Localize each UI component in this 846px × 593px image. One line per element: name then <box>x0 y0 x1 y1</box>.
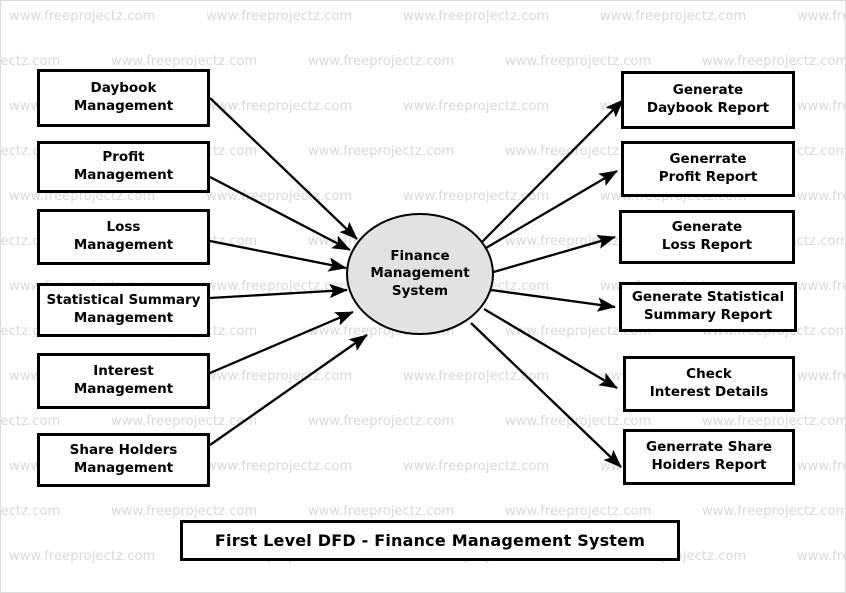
diagram-caption-label: First Level DFD - Finance Management Sys… <box>214 531 646 550</box>
node-statistical-summary-management[interactable]: Statistical Summary Management <box>37 283 210 337</box>
node-statistical-summary-management-label: Statistical Summary Management <box>46 292 201 326</box>
dfd-canvas: www.freeprojectz.com www.freeprojectz.com… <box>0 0 846 593</box>
node-loss-management[interactable]: Loss Management <box>37 209 210 265</box>
node-check-interest-details[interactable]: Check Interest Details <box>623 356 795 412</box>
node-profit-management[interactable]: Profit Management <box>37 141 210 193</box>
node-generate-statistical-summary-report-label: Generate Statistical Summary Report <box>631 289 785 323</box>
node-generate-profit-report-label: Generrate Profit Report <box>658 151 758 185</box>
node-profit-management-label: Profit Management <box>73 149 174 183</box>
node-generate-daybook-report-label: Generate Daybook Report <box>646 82 770 116</box>
node-generate-statistical-summary-report[interactable]: Generate Statistical Summary Report <box>619 282 797 332</box>
node-loss-management-label: Loss Management <box>73 219 174 253</box>
node-layer: Daybook Management Profit Management Loss M… <box>1 1 845 592</box>
node-share-holders-management-label: Share Holders Management <box>69 442 178 476</box>
node-generate-profit-report[interactable]: Generrate Profit Report <box>621 141 795 197</box>
node-generate-share-holders-report[interactable]: Generrate Share Hoiders Report <box>623 429 795 485</box>
node-generate-loss-report-label: Generate Loss Report <box>661 219 753 253</box>
process-finance-management-system-label: Finance Management System <box>370 247 470 299</box>
node-daybook-management-label: Daybook Management <box>73 80 174 114</box>
node-generate-share-holders-report-label: Generrate Share Hoiders Report <box>646 439 772 473</box>
diagram-caption: First Level DFD - Finance Management Sys… <box>180 520 680 561</box>
node-generate-daybook-report[interactable]: Generate Daybook Report <box>621 71 795 129</box>
node-daybook-management[interactable]: Daybook Management <box>37 69 210 127</box>
node-interest-management-label: Interest Management <box>73 363 174 397</box>
process-finance-management-system[interactable]: Finance Management System <box>346 213 494 335</box>
node-generate-loss-report[interactable]: Generate Loss Report <box>619 210 795 264</box>
node-check-interest-details-label: Check Interest Details <box>649 366 769 400</box>
node-interest-management[interactable]: Interest Management <box>37 353 210 409</box>
node-share-holders-management[interactable]: Share Holders Management <box>37 433 210 487</box>
